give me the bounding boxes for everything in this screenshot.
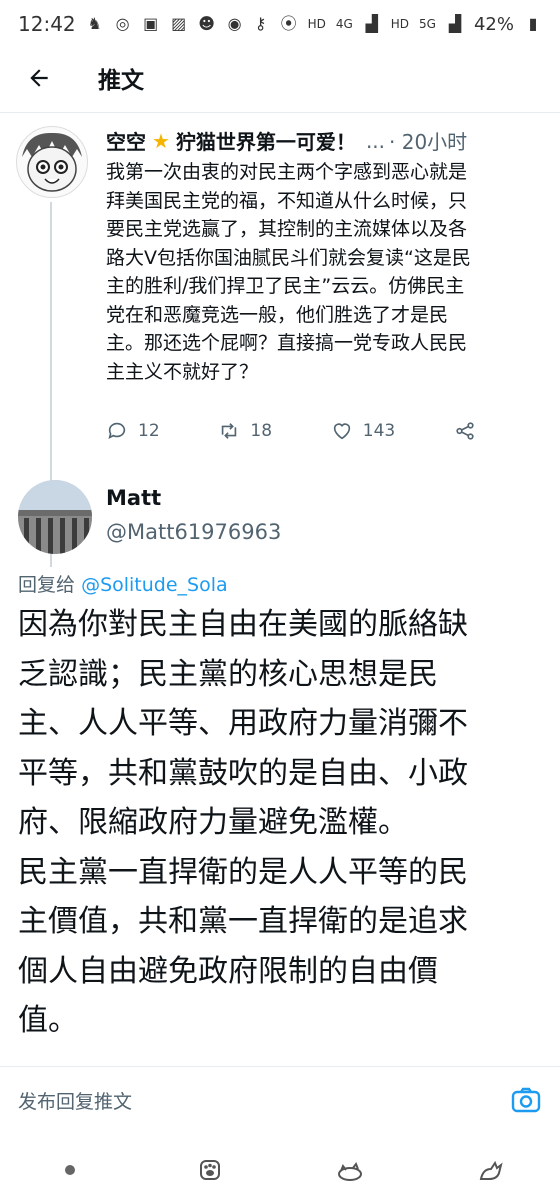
- tweet-text-line: 拜美国民主党的福，不知道从什么时候，只: [106, 189, 468, 212]
- share-icon: [456, 422, 474, 440]
- page-title: 推文: [98, 68, 144, 94]
- anime-avatar-icon: [22, 132, 82, 192]
- reply-input[interactable]: 发布回复推文: [18, 1087, 132, 1114]
- tweet-text-line: 個人自由避免政府限制的自由價: [18, 953, 438, 989]
- reply-count: 12: [138, 421, 160, 441]
- camera-icon[interactable]: [510, 1084, 542, 1116]
- like-count: 143: [362, 421, 396, 441]
- tweet-header: 空空 ★ 狞猫世界第一可爱！ ... · 20小时: [106, 126, 546, 155]
- chrome-icon: ◎: [115, 14, 130, 33]
- tweet-text-line: 路大V包括你国油腻民斗们就会复读“这是民: [106, 246, 471, 269]
- user-handle[interactable]: @Matt61976963: [106, 520, 281, 544]
- share-button[interactable]: [454, 420, 476, 442]
- top-app-bar: 推文: [0, 48, 560, 108]
- sleeping-cat-icon[interactable]: [335, 1155, 365, 1185]
- reply-to-label: 回复给: [18, 574, 76, 596]
- battery-icon: ▮: [528, 14, 538, 33]
- tweet-text-line: 主的胜利/我们捍卫了民主”云云。仿佛民主: [106, 275, 465, 297]
- battery-level: 42%: [473, 13, 514, 35]
- network-label-hd2: HD: [390, 17, 410, 31]
- display-name-suffix[interactable]: 狞猫世界第一可爱！: [176, 126, 356, 155]
- back-button[interactable]: [22, 61, 56, 95]
- tweet-text-line: 主主义不就好了？: [106, 360, 259, 383]
- paw-icon[interactable]: [195, 1155, 225, 1185]
- comment-icon: [108, 422, 126, 439]
- location-icon: ⦿: [280, 14, 297, 33]
- dot-icon[interactable]: [55, 1155, 85, 1185]
- notification-app-icon: ♞: [87, 14, 102, 33]
- tweet-text-line: 要民主党选赢了，其控制的主流媒体以及各: [106, 218, 468, 240]
- gallery-icon: ▨: [171, 14, 187, 33]
- notification-cat-icon: ☻: [198, 14, 215, 33]
- building-avatar-icon: [18, 480, 92, 554]
- tweet-text-line: 乏認識；民主黨的核心思想是民: [18, 656, 438, 692]
- tweet-text-line: 值。: [18, 1003, 78, 1038]
- display-name[interactable]: Matt: [106, 486, 161, 510]
- network-label-4g: 4G: [335, 17, 353, 31]
- tweet-text-line: 平等，共和黨鼓吹的是自由、小政: [18, 755, 468, 791]
- notification-circle-icon: ◉: [227, 14, 242, 33]
- tweet-text-line: 民主黨一直捍衛的是人人平等的民: [18, 854, 468, 890]
- star-emoji-icon: ★: [152, 128, 170, 153]
- reply-to-mention-link[interactable]: @Solitude_Sola: [81, 574, 228, 596]
- bottom-navigation: [0, 1140, 560, 1200]
- tweet-actions: 12 18 143: [106, 420, 476, 442]
- network-label-hd: HD: [307, 17, 326, 31]
- status-bar: 12:42 ♞ ◎ ▣ ▨ ☻ ◉ ⚷ ⦿ HD 4G ▟ HD 5G ▟ 42…: [0, 0, 560, 48]
- signal-icon-2: ▟: [448, 14, 462, 33]
- status-time: 12:42: [18, 12, 76, 36]
- tweet-time[interactable]: · 20小时: [389, 126, 467, 155]
- tweet-text: 因為你對民主自由在美國的脈絡缺 乏認識；民主黨的核心思想是民 主、人人平等、用政…: [18, 600, 548, 1046]
- tweet-text-line: 主。那还选个屁啊？直接搞一党专政人民民: [106, 332, 468, 354]
- cat-icon[interactable]: [475, 1155, 505, 1185]
- reply-button[interactable]: 12: [106, 420, 160, 442]
- tweet-text-line: 我第一次由衷的对民主两个字感到恶心就是: [106, 161, 468, 183]
- tweet-text: 我第一次由衷的对民主两个字感到恶心就是 拜美国民主党的福，不知道从什么时候，只 …: [106, 158, 546, 386]
- retweet-button[interactable]: 18: [218, 420, 272, 442]
- notification-square-icon: ▣: [143, 14, 159, 33]
- avatar[interactable]: [16, 126, 88, 198]
- tweet-text-line: 主、人人平等、用政府力量消彌不: [18, 706, 468, 741]
- signal-icon: ▟: [365, 14, 378, 33]
- reply-context: 回复给 @Solitude_Sola: [18, 570, 228, 597]
- retweet-icon: [222, 423, 237, 439]
- arrow-left-icon: [30, 69, 48, 87]
- like-button[interactable]: 143: [331, 420, 395, 442]
- key-icon: ⚷: [254, 14, 267, 33]
- network-label-5g: 5G: [419, 17, 436, 31]
- tweet-text-line: 主價值，共和黨一直捍衛的是追求: [18, 904, 468, 939]
- avatar[interactable]: [18, 480, 92, 554]
- reply-compose-bar[interactable]: 发布回复推文: [0, 1072, 560, 1128]
- compose-divider: [0, 1066, 560, 1067]
- name-truncation: ...: [365, 128, 386, 153]
- retweet-count: 18: [250, 421, 273, 441]
- tweet-text-line: 党在和恶魔竞选一般，他们胜选了才是民: [106, 303, 449, 326]
- heart-icon: [333, 423, 350, 440]
- display-name[interactable]: 空空: [106, 126, 146, 155]
- tweet-text-line: 府、限縮政府力量避免濫權。: [18, 805, 408, 840]
- header-divider: [0, 112, 560, 113]
- tweet-text-line: 因為你對民主自由在美國的脈絡缺: [18, 607, 468, 642]
